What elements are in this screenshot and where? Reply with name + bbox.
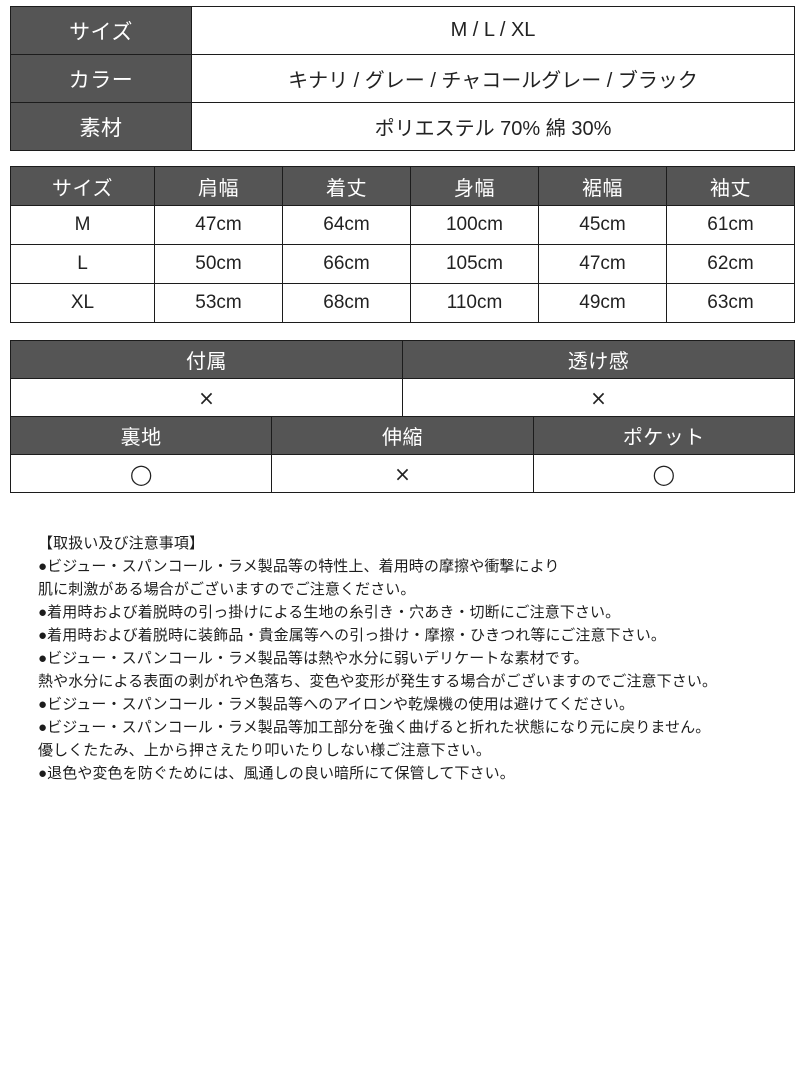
feature-value-pocket: ◯ [532,454,796,493]
measure-xl-sleeve: 63cm [666,283,795,323]
measurements-table: サイズ 肩幅 着丈 身幅 裾幅 袖丈 M 47cm 64cm 100cm 45c… [10,166,795,323]
measure-m-shoulder: 47cm [154,205,283,245]
measure-m-bust: 100cm [410,205,539,245]
measure-l-length: 66cm [282,244,411,284]
care-note-line: ●ビジュー・スパンコール・ラメ製品等加工部分を強く曲げると折れた状態になり元に戻… [38,719,711,736]
feature-header-transparency: 透け感 [401,340,796,379]
measure-l-shoulder: 50cm [154,244,283,284]
table-header-row: 裏地 伸縮 ポケット [9,416,796,455]
spec-value-size: M / L / XL [191,6,795,55]
measure-m-hem: 45cm [538,205,667,245]
care-note-line: ●ビジュー・スパンコール・ラメ製品等の特性上、着用時の摩擦や衝撃により [38,558,560,575]
table-row: M 47cm 64cm 100cm 45cm 61cm [10,205,795,245]
care-notes-heading: 【取扱い及び注意事項】 [38,535,205,552]
care-notes-block: 【取扱い及び注意事項】 ●ビジュー・スパンコール・ラメ製品等の特性上、着用時の摩… [38,532,795,785]
basic-spec-table: サイズ M / L / XL カラー キナリ / グレー / チャコールグレー … [10,6,795,151]
care-note-line: ●退色や変色を防ぐためには、風通しの良い暗所にて保管して下さい。 [38,765,515,782]
spec-value-material: ポリエステル 70% 綿 30% [191,102,795,151]
table-row: カラー キナリ / グレー / チャコールグレー / ブラック [10,54,795,103]
table-header-row: 付属 透け感 [10,340,796,379]
feature-header-lining: 裏地 [9,416,273,455]
measure-xl-bust: 110cm [410,283,539,323]
measure-xl-shoulder: 53cm [154,283,283,323]
measure-xl-size: XL [10,283,155,323]
care-note-line: 優しくたたみ、上から押さえたり叩いたりしない様ご注意下さい。 [38,742,492,759]
feature-header-accessory: 付属 [10,340,403,379]
feature-value-stretch: × [271,454,534,493]
table-row: 素材 ポリエステル 70% 綿 30% [10,102,795,151]
table-row: XL 53cm 68cm 110cm 49cm 63cm [10,283,795,323]
measure-l-sleeve: 62cm [666,244,795,284]
feature-value-transparency: × [401,378,796,417]
measure-header-shoulder: 肩幅 [154,166,283,206]
measure-m-length: 64cm [282,205,411,245]
spec-label-color: カラー [10,54,192,103]
measure-xl-length: 68cm [282,283,411,323]
measure-header-size: サイズ [10,166,155,206]
spec-label-material: 素材 [10,102,192,151]
product-spec-page: サイズ M / L / XL カラー キナリ / グレー / チャコールグレー … [0,0,800,1067]
care-note-line: 肌に刺激がある場合がございますのでご注意ください。 [38,581,416,598]
measure-header-length: 着丈 [282,166,411,206]
measure-xl-hem: 49cm [538,283,667,323]
spec-label-size: サイズ [10,6,192,55]
measure-m-size: M [10,205,155,245]
features-table: 付属 透け感 × × 裏地 伸縮 ポケット ◯ × ◯ [9,340,796,493]
feature-value-lining: ◯ [9,454,273,493]
measure-header-bust: 身幅 [410,166,539,206]
care-note-line: ●着用時および着脱時に装飾品・貴金属等への引っ掛け・摩擦・ひきつれ等にご注意下さ… [38,627,666,644]
table-row: ◯ × ◯ [9,454,796,493]
care-note-line: ●ビジュー・スパンコール・ラメ製品等へのアイロンや乾燥機の使用は避けてください。 [38,696,635,713]
table-header-row: サイズ 肩幅 着丈 身幅 裾幅 袖丈 [10,166,795,206]
table-row: サイズ M / L / XL [10,6,795,55]
measure-header-hem: 裾幅 [538,166,667,206]
measure-l-bust: 105cm [410,244,539,284]
measure-header-sleeve: 袖丈 [666,166,795,206]
feature-header-stretch: 伸縮 [271,416,534,455]
measure-l-hem: 47cm [538,244,667,284]
spec-value-color: キナリ / グレー / チャコールグレー / ブラック [191,54,795,103]
table-row: × × [10,378,796,417]
measure-l-size: L [10,244,155,284]
care-note-line: ●着用時および着脱時の引っ掛けによる生地の糸引き・穴あき・切断にご注意下さい。 [38,604,621,621]
feature-header-pocket: ポケット [532,416,796,455]
care-note-line: 熱や水分による表面の剥がれや色落ち、変色や変形が発生する場合がございますのでご注… [38,673,718,690]
measure-m-sleeve: 61cm [666,205,795,245]
care-note-line: ●ビジュー・スパンコール・ラメ製品等は熱や水分に弱いデリケートな素材です。 [38,650,589,667]
feature-value-accessory: × [10,378,403,417]
table-row: L 50cm 66cm 105cm 47cm 62cm [10,244,795,284]
